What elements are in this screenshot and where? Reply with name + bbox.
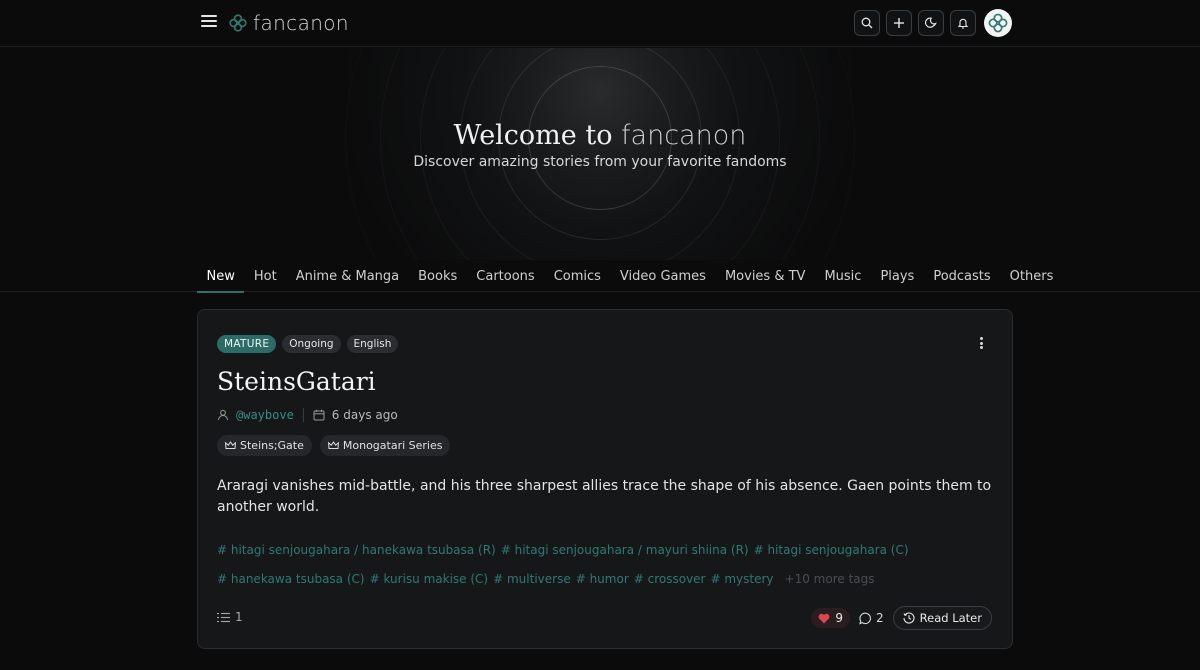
read-later-label: Read Later — [919, 611, 982, 625]
story-summary: Araragi vanishes mid-battle, and his thr… — [217, 478, 992, 515]
hero-subtitle: Discover amazing stories from your favor… — [413, 154, 787, 170]
logo[interactable]: fancanon — [229, 11, 349, 35]
tag-link[interactable]: # mystery — [711, 572, 774, 586]
theme-toggle-button[interactable] — [918, 10, 944, 36]
hamburger-menu-icon[interactable] — [201, 13, 217, 29]
brand-name: fancanon — [253, 11, 350, 35]
comments-button[interactable]: 2 — [857, 611, 886, 625]
tab-others[interactable]: Others — [1000, 266, 1063, 293]
tab-music[interactable]: Music — [815, 266, 871, 293]
publish-date: 6 days ago — [331, 408, 398, 422]
fandom-chip[interactable]: Steins;Gate — [217, 435, 312, 456]
top-navigation-bar: fancanon — [0, 0, 1200, 47]
comment-icon — [859, 612, 871, 625]
chapter-count-value: 1 — [235, 610, 243, 624]
tag-link[interactable]: # hitagi senjougahara / mayuri shiina (R… — [501, 543, 749, 557]
badge-english: English — [346, 335, 399, 353]
tag-link[interactable]: # kurisu makise (C) — [370, 572, 489, 586]
comment-count: 2 — [876, 611, 884, 625]
tag-link[interactable]: # hanekawa tsubasa (C) — [217, 572, 365, 586]
chapter-count: 1 — [217, 610, 243, 624]
like-button[interactable]: 9 — [811, 608, 851, 628]
tag-link[interactable]: # humor — [576, 572, 629, 586]
tab-new[interactable]: New — [197, 266, 245, 293]
tag-link[interactable]: # hitagi senjougahara / hanekawa tsubasa… — [217, 543, 496, 557]
meta-separator — [302, 408, 304, 422]
tab-comics[interactable]: Comics — [544, 266, 610, 293]
more-tags-link[interactable]: +10 more tags — [785, 572, 875, 586]
tab-podcasts[interactable]: Podcasts — [924, 266, 1000, 293]
badge-mature: MATURE — [217, 335, 277, 353]
tag-link[interactable]: # hitagi senjougahara (C) — [754, 543, 909, 557]
hero-banner: Welcome to fancanon Discover amazing sto… — [0, 48, 1200, 260]
hero-title-prefix: Welcome to — [453, 120, 613, 151]
tab-hot[interactable]: Hot — [244, 266, 286, 293]
clover-avatar-icon — [988, 13, 1008, 33]
tab-movies-tv[interactable]: Movies & TV — [715, 266, 814, 293]
create-button[interactable] — [886, 10, 912, 36]
like-count: 9 — [835, 611, 844, 625]
tab-video-games[interactable]: Video Games — [610, 266, 715, 293]
story-title[interactable]: SteinsGatari — [217, 367, 376, 396]
author-link[interactable]: @waybove — [236, 408, 294, 422]
plus-icon — [894, 18, 904, 28]
search-button[interactable] — [854, 10, 880, 36]
clover-logo-icon — [229, 14, 247, 32]
more-options-icon[interactable] — [974, 336, 988, 350]
story-badges: MATURE Ongoing English — [217, 335, 399, 353]
story-meta: @waybove 6 days ago — [217, 408, 398, 422]
hero-title-brand: fancanon — [621, 120, 747, 151]
fandom-chip[interactable]: Monogatari Series — [319, 435, 451, 456]
hero-title: Welcome to fancanon — [0, 120, 1200, 151]
crown-icon — [327, 441, 339, 449]
tab-books[interactable]: Books — [409, 266, 467, 293]
tab-cartoons[interactable]: Cartoons — [467, 266, 544, 293]
header-actions — [854, 9, 1012, 37]
fandom-list: Steins;Gate Monogatari Series — [217, 435, 451, 456]
search-icon — [861, 17, 873, 29]
bell-icon — [957, 18, 969, 29]
tab-anime-manga[interactable]: Anime & Manga — [286, 266, 408, 293]
list-icon — [217, 612, 230, 622]
fandom-label: Monogatari Series — [342, 439, 443, 452]
story-actions: 9 2 Read Later — [811, 606, 992, 630]
moon-icon — [925, 17, 937, 28]
fandom-label: Steins;Gate — [240, 439, 304, 452]
read-later-button[interactable]: Read Later — [892, 606, 992, 630]
notifications-button[interactable] — [950, 10, 976, 36]
heart-icon — [818, 613, 830, 623]
crown-icon — [225, 441, 236, 449]
history-clock-icon — [903, 612, 915, 624]
story-card[interactable]: MATURE Ongoing English SteinsGatari @waybo… — [197, 309, 1013, 649]
user-avatar[interactable] — [984, 9, 1012, 37]
calendar-icon — [313, 409, 325, 421]
tag-list: # hitagi senjougahara / hanekawa tsubasa… — [217, 536, 997, 594]
tag-link[interactable]: # crossover — [634, 572, 706, 586]
tag-link[interactable]: # multiverse — [493, 572, 571, 586]
category-tabs: New Hot Anime & Manga Books Cartoons Comics Vi… — [197, 266, 1063, 293]
tab-plays[interactable]: Plays — [871, 266, 924, 293]
badge-ongoing: Ongoing — [282, 335, 341, 353]
user-icon — [218, 409, 228, 421]
